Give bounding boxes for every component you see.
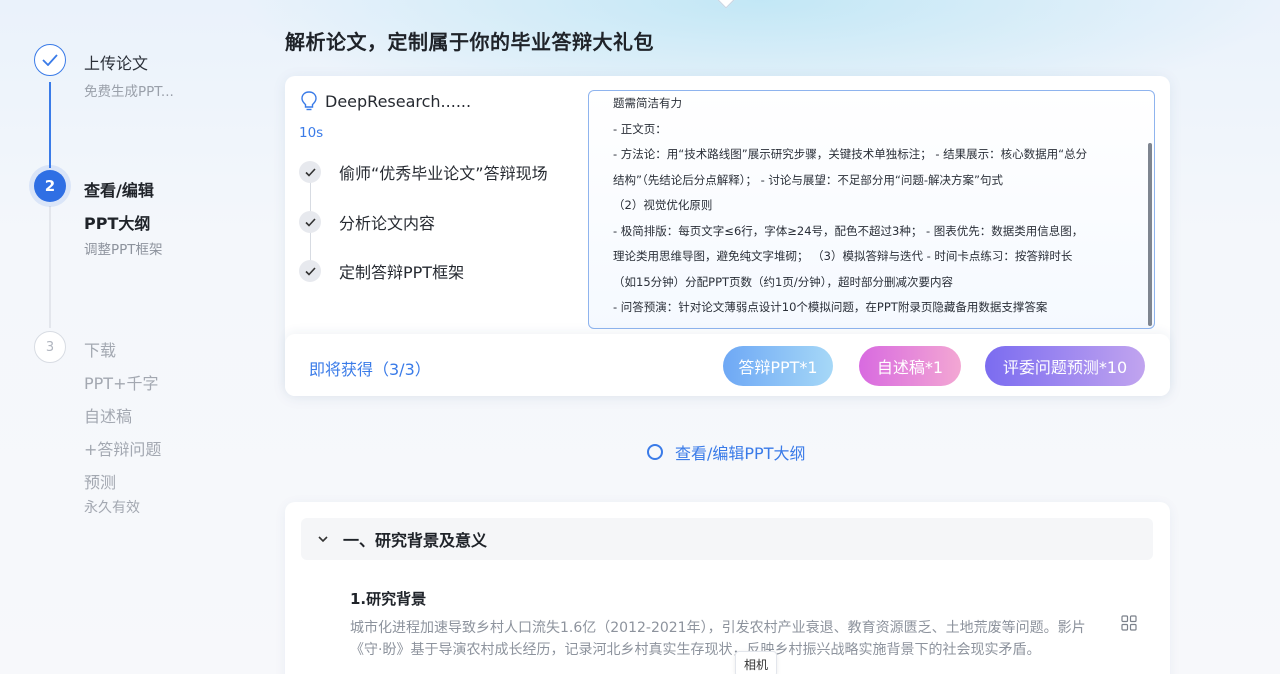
- view-edit-outline-link[interactable]: 查看/编辑PPT大纲: [647, 440, 805, 464]
- progress-stepper: 上传论文 免费生成PPT... 2 查看/编辑 PPT大纲 调整PPT框架 3 …: [0, 0, 260, 674]
- task-item: 定制答辩PPT框架: [299, 259, 464, 283]
- subsection-title: 1.研究背景: [350, 590, 427, 608]
- task-label: 偷师“优秀毕业论文”答辩现场: [339, 164, 548, 183]
- reward-questions-badge[interactable]: 评委问题预测*10: [985, 346, 1145, 386]
- task-item: 偷师“优秀毕业论文”答辩现场: [299, 160, 548, 184]
- outline-line: （2）视觉优化原则: [613, 198, 713, 212]
- section-title: 一、研究背景及意义: [343, 531, 488, 550]
- section-header[interactable]: 一、研究背景及意义: [301, 518, 1153, 560]
- step-2-circle[interactable]: 2: [34, 170, 66, 202]
- deep-research-label: DeepResearch......: [325, 91, 472, 111]
- outline-line: （如15分钟）分配PPT页数（约1页/分钟），超时部分删减次要内容: [613, 274, 953, 289]
- check-icon: [299, 260, 321, 282]
- reward-script-badge[interactable]: 自述稿*1: [859, 346, 961, 386]
- step-2-subtitle: 调整PPT框架: [84, 242, 163, 258]
- rewards-bar: 即将获得（3/3） 答辩PPT*1 自述稿*1 评委问题预测*10: [285, 334, 1170, 396]
- outline-text: 题需简洁有力 - 正文页： - 方法论：用“技术路线图”展示研究步骤，关键技术单…: [613, 91, 1123, 321]
- step-3-title[interactable]: 下载: [84, 337, 116, 361]
- step-3-circle[interactable]: 3: [34, 331, 66, 363]
- outline-line: - 正文页：: [613, 121, 667, 136]
- step-3-line: 自述稿: [84, 407, 133, 426]
- task-label: 分析论文内容: [339, 214, 436, 233]
- check-icon: [42, 54, 58, 66]
- task-label: 定制答辩PPT框架: [339, 263, 465, 282]
- step-2-title[interactable]: 查看/编辑: [84, 177, 154, 201]
- deep-research-row: DeepResearch......: [299, 90, 471, 112]
- reward-ppt-badge[interactable]: 答辩PPT*1: [723, 346, 833, 386]
- step-3-line: +答辩问题: [84, 440, 162, 459]
- view-edit-outline-label: 查看/编辑PPT大纲: [675, 444, 806, 463]
- check-icon: [299, 211, 321, 233]
- bulb-icon: [301, 91, 317, 111]
- outline-line: - 问答预演：针对论文薄弱点设计10个模拟问题，在PPT附录页隐藏备用数据支撑答…: [613, 300, 1048, 314]
- outline-preview-box[interactable]: 题需简洁有力 - 正文页： - 方法论：用“技术路线图”展示研究步骤，关键技术单…: [588, 90, 1155, 329]
- step-1-circle[interactable]: [34, 44, 66, 76]
- step-3-line: 预测: [84, 473, 117, 492]
- outline-line: - 方法论：用“技术路线图”展示研究步骤，关键技术单独标注； - 结果展示：核心…: [613, 147, 1088, 161]
- research-card: DeepResearch...... 10s 偷师“优秀毕业论文”答辩现场 分析…: [285, 76, 1170, 396]
- step-1-title[interactable]: 上传论文: [84, 50, 148, 74]
- chevron-down-icon: [318, 536, 328, 543]
- outline-scrollbar[interactable]: [1148, 143, 1152, 326]
- step-1-subtitle: 免费生成PPT...: [84, 84, 174, 100]
- task-item: 分析论文内容: [299, 210, 435, 234]
- outline-line: 题需简洁有力: [613, 96, 682, 110]
- step-2-title-line2: PPT大纲: [84, 214, 151, 233]
- step-connector-pending: [49, 206, 51, 328]
- step-connector-done: [49, 82, 51, 168]
- top-notch: [717, 0, 735, 9]
- subsection-paragraph: 城市化进程加速导致乡村人口流失1.6亿（2012-2021年），引发农村产业衰退…: [350, 620, 1086, 658]
- step-3-subtitle: 永久有效: [84, 500, 140, 516]
- grid-icon[interactable]: [1121, 615, 1137, 631]
- outline-line: 理论类用思维导图，避免纯文字堆砌； （3）模拟答辩与迭代 - 时间卡点练习：按答…: [613, 249, 1073, 263]
- rewards-label: 即将获得（3/3）: [309, 360, 431, 379]
- step-3-line: PPT+千字: [84, 374, 159, 393]
- ring-icon: [647, 444, 663, 460]
- page-title: 解析论文，定制属于你的毕业答辩大礼包: [285, 30, 654, 54]
- elapsed-timer: 10s: [299, 125, 324, 141]
- check-icon: [299, 161, 321, 183]
- outline-section-card: 一、研究背景及意义 1.研究背景 城市化进程加速导致乡村人口流失1.6亿（201…: [285, 502, 1170, 674]
- outline-line: - 极简排版：每页文字≤6行，字体≥24号，配色不超过3种； - 图表优先：数据…: [613, 223, 1084, 238]
- camera-tooltip: 相机: [735, 651, 777, 674]
- outline-line: 结构”（先结论后分点解释）； - 讨论与展望：不足部分用“问题-解决方案”句式: [613, 172, 1003, 187]
